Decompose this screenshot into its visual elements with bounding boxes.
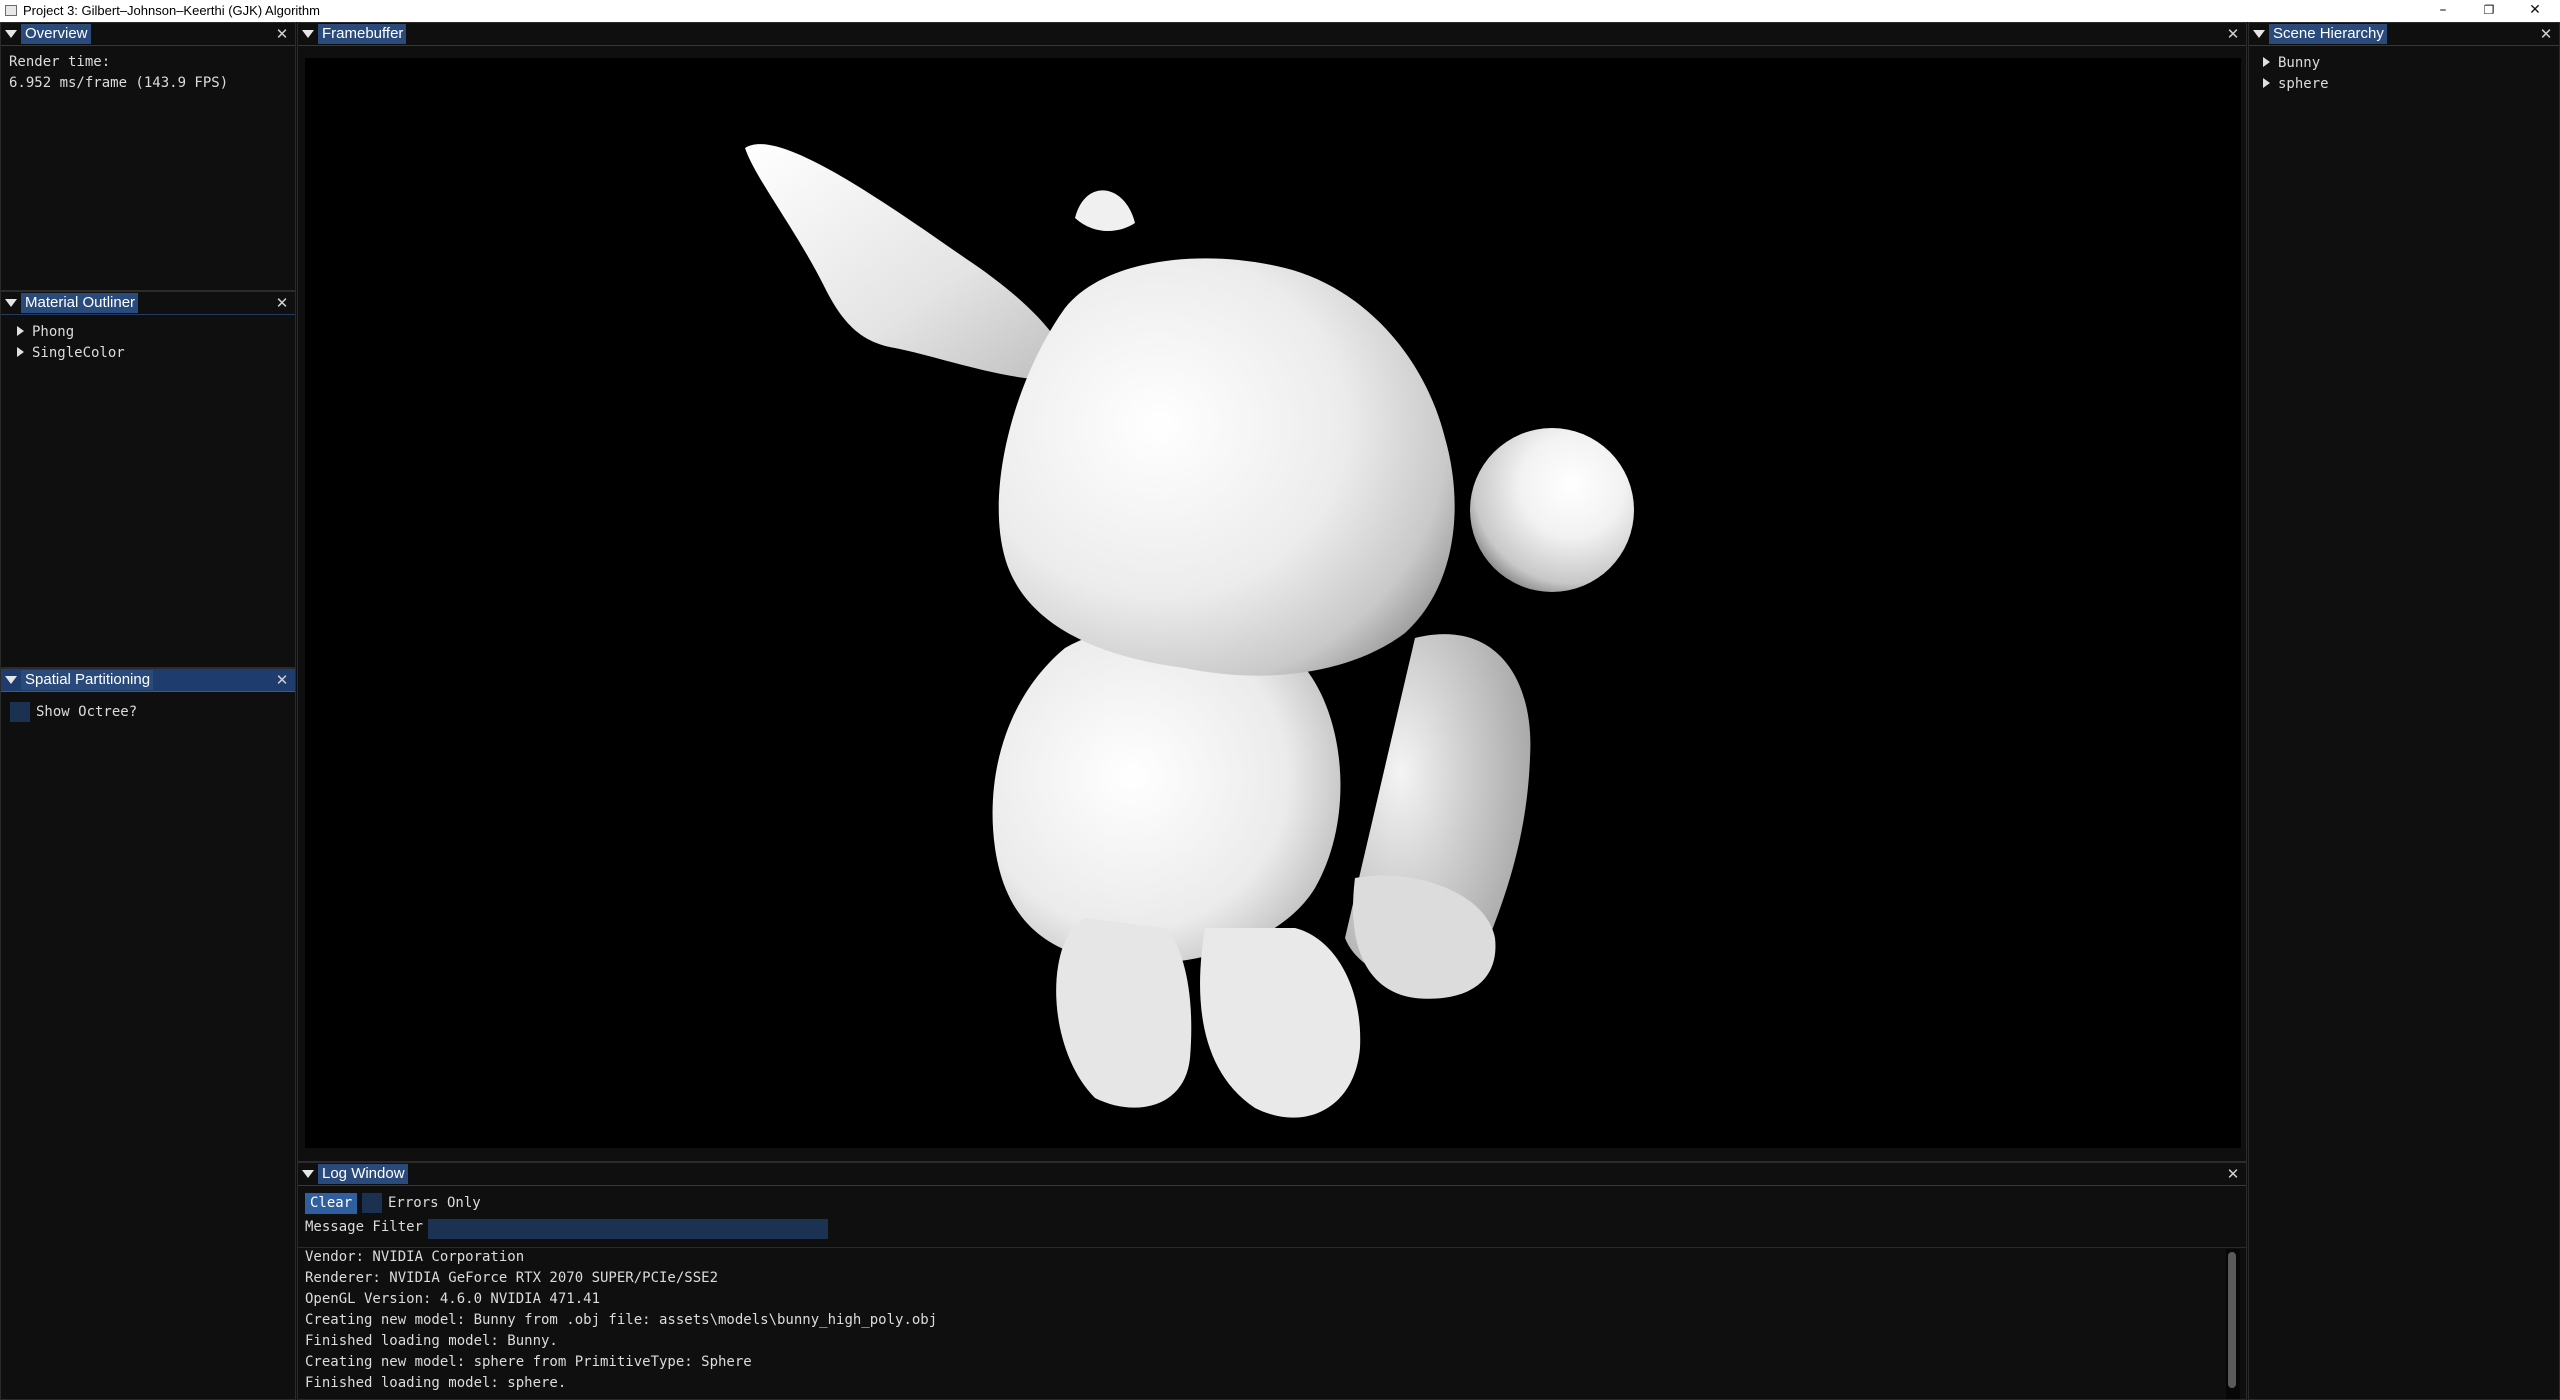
bunny-render: [745, 144, 1634, 1118]
scene-item-label: sphere: [2278, 76, 2329, 92]
render-time-label: Render time:: [9, 54, 111, 70]
overview-panel: Overview ✕ Render time: 6.952 ms/frame (…: [0, 22, 296, 291]
log-line: Creating new model: sphere from Primitiv…: [305, 1354, 752, 1370]
close-icon[interactable]: ✕: [2225, 24, 2241, 44]
scene-hierarchy-header[interactable]: Scene Hierarchy ✕: [2249, 23, 2559, 46]
material-item-label: Phong: [32, 324, 75, 340]
log-divider: [298, 1247, 2246, 1248]
scene-item-sphere[interactable]: sphere: [2263, 75, 2329, 93]
close-icon[interactable]: ✕: [274, 293, 290, 313]
log-line: Vendor: NVIDIA Corporation: [305, 1249, 525, 1265]
message-filter-label: Message Filter: [305, 1219, 424, 1235]
framebuffer-header[interactable]: Framebuffer ✕: [298, 23, 2246, 46]
errors-only-label: Errors Only: [388, 1195, 481, 1211]
errors-only-checkbox[interactable]: [362, 1193, 382, 1213]
clear-button[interactable]: Clear: [305, 1193, 358, 1214]
spatial-partitioning-tab[interactable]: Spatial Partitioning: [21, 670, 154, 690]
log-line: Finished loading model: sphere.: [305, 1375, 567, 1391]
render-time-value: 6.952 ms/frame (143.9 FPS): [9, 75, 229, 91]
material-item-phong[interactable]: Phong: [17, 323, 74, 341]
close-window-button[interactable]: ✕: [2512, 0, 2558, 22]
os-title-bar: Project 3: Gilbert–Johnson–Keerthi (GJK)…: [0, 0, 2560, 22]
material-item-singlecolor[interactable]: SingleColor: [17, 344, 125, 362]
tree-expand-arrow-icon[interactable]: [2263, 78, 2270, 88]
overview-tab[interactable]: Overview: [21, 24, 91, 44]
log-line: OpenGL Version: 4.6.0 NVIDIA 471.41: [305, 1291, 601, 1307]
tree-expand-arrow-icon[interactable]: [2263, 57, 2270, 67]
collapse-triangle-icon[interactable]: [5, 299, 17, 307]
message-filter-input[interactable]: [428, 1219, 828, 1239]
close-icon[interactable]: ✕: [2225, 1164, 2241, 1184]
log-window-panel: Log Window ✕ Clear Errors Only Message F…: [297, 1162, 2247, 1400]
log-scrollbar-thumb[interactable]: [2228, 1252, 2236, 1388]
framebuffer-viewport[interactable]: [305, 58, 2241, 1148]
tree-expand-arrow-icon[interactable]: [17, 347, 24, 357]
overview-header[interactable]: Overview ✕: [1, 23, 295, 46]
log-scrollbar[interactable]: [2226, 1249, 2240, 1399]
minimize-button[interactable]: –: [2420, 0, 2466, 22]
log-line: Finished loading model: Bunny.: [305, 1333, 558, 1349]
log-line: Creating new model: Bunny from .obj file…: [305, 1312, 938, 1328]
app-icon: [5, 5, 17, 16]
material-item-label: SingleColor: [32, 345, 125, 361]
collapse-triangle-icon[interactable]: [5, 676, 17, 684]
collapse-triangle-icon[interactable]: [302, 1170, 314, 1178]
window-title: Project 3: Gilbert–Johnson–Keerthi (GJK)…: [23, 3, 320, 18]
collapse-triangle-icon[interactable]: [5, 30, 17, 38]
scene-item-bunny[interactable]: Bunny: [2263, 54, 2320, 72]
log-window-tab[interactable]: Log Window: [318, 1164, 408, 1184]
close-icon[interactable]: ✕: [274, 24, 290, 44]
tree-expand-arrow-icon[interactable]: [17, 326, 24, 336]
close-icon[interactable]: ✕: [2538, 24, 2554, 44]
framebuffer-tab[interactable]: Framebuffer: [318, 24, 407, 44]
show-octree-label: Show Octree?: [36, 704, 138, 720]
spatial-partitioning-panel: Spatial Partitioning ✕ Show Octree?: [0, 668, 296, 1400]
material-outliner-tab[interactable]: Material Outliner: [21, 293, 139, 313]
material-outliner-panel: Material Outliner ✕ Phong SingleColor: [0, 291, 296, 668]
scene-hierarchy-tab[interactable]: Scene Hierarchy: [2269, 24, 2387, 44]
framebuffer-panel: Framebuffer ✕: [297, 22, 2247, 1162]
restore-button[interactable]: ❐: [2466, 0, 2512, 22]
material-outliner-header[interactable]: Material Outliner ✕: [1, 292, 295, 315]
close-icon[interactable]: ✕: [274, 670, 290, 690]
scene-item-label: Bunny: [2278, 55, 2321, 71]
log-line: Renderer: NVIDIA GeForce RTX 2070 SUPER/…: [305, 1270, 719, 1286]
spatial-partitioning-header[interactable]: Spatial Partitioning ✕: [1, 669, 295, 692]
collapse-triangle-icon[interactable]: [2253, 30, 2265, 38]
show-octree-checkbox[interactable]: [10, 702, 30, 722]
collapse-triangle-icon[interactable]: [302, 30, 314, 38]
log-window-header[interactable]: Log Window ✕: [298, 1163, 2246, 1186]
scene-hierarchy-panel: Scene Hierarchy ✕ Bunny sphere: [2248, 22, 2560, 1400]
